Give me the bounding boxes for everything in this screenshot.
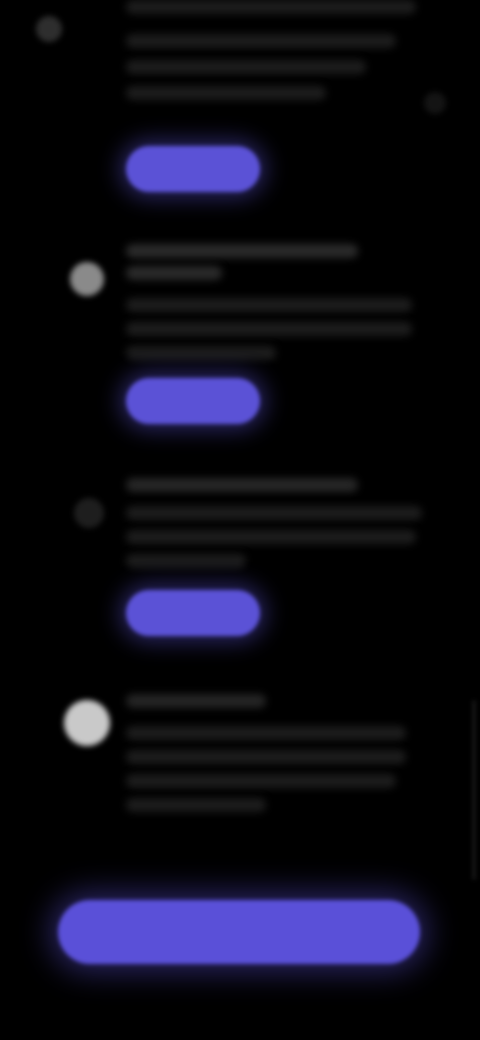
step-3-status-icon xyxy=(74,498,104,528)
primary-action-button[interactable] xyxy=(58,900,420,964)
step-2-status-icon xyxy=(70,262,104,296)
step-1-chevron-icon[interactable] xyxy=(424,92,446,114)
step-4-desc-bar-4 xyxy=(126,798,266,812)
step-4-desc-bar-3 xyxy=(126,774,396,788)
step-1-desc-bar xyxy=(126,34,396,48)
step-3-action-button[interactable] xyxy=(126,590,260,636)
step-4-title-bar xyxy=(126,694,266,708)
step-3-title-bar xyxy=(126,478,358,492)
step-3-desc-bar-3 xyxy=(126,554,246,568)
step-2-desc-bar xyxy=(126,298,412,312)
step-2-title-bar xyxy=(126,244,358,258)
step-1-status-icon xyxy=(36,16,62,42)
step-4-desc-bar xyxy=(126,726,406,740)
step-1-action-button[interactable] xyxy=(126,146,260,192)
step-4-desc-bar-2 xyxy=(126,750,406,764)
step-1-desc-bar-2 xyxy=(126,60,366,74)
step-1-desc-bar-3 xyxy=(126,86,326,100)
step-1-title-bar xyxy=(126,0,416,14)
scrollbar[interactable] xyxy=(472,700,476,880)
step-2-desc-bar-3 xyxy=(126,346,276,360)
step-3-desc-bar-2 xyxy=(126,530,416,544)
step-2-title-bar-2 xyxy=(126,266,222,280)
step-2-action-button[interactable] xyxy=(126,378,260,424)
step-4-status-icon xyxy=(64,700,110,746)
step-2-desc-bar-2 xyxy=(126,322,412,336)
step-3-desc-bar xyxy=(126,506,422,520)
